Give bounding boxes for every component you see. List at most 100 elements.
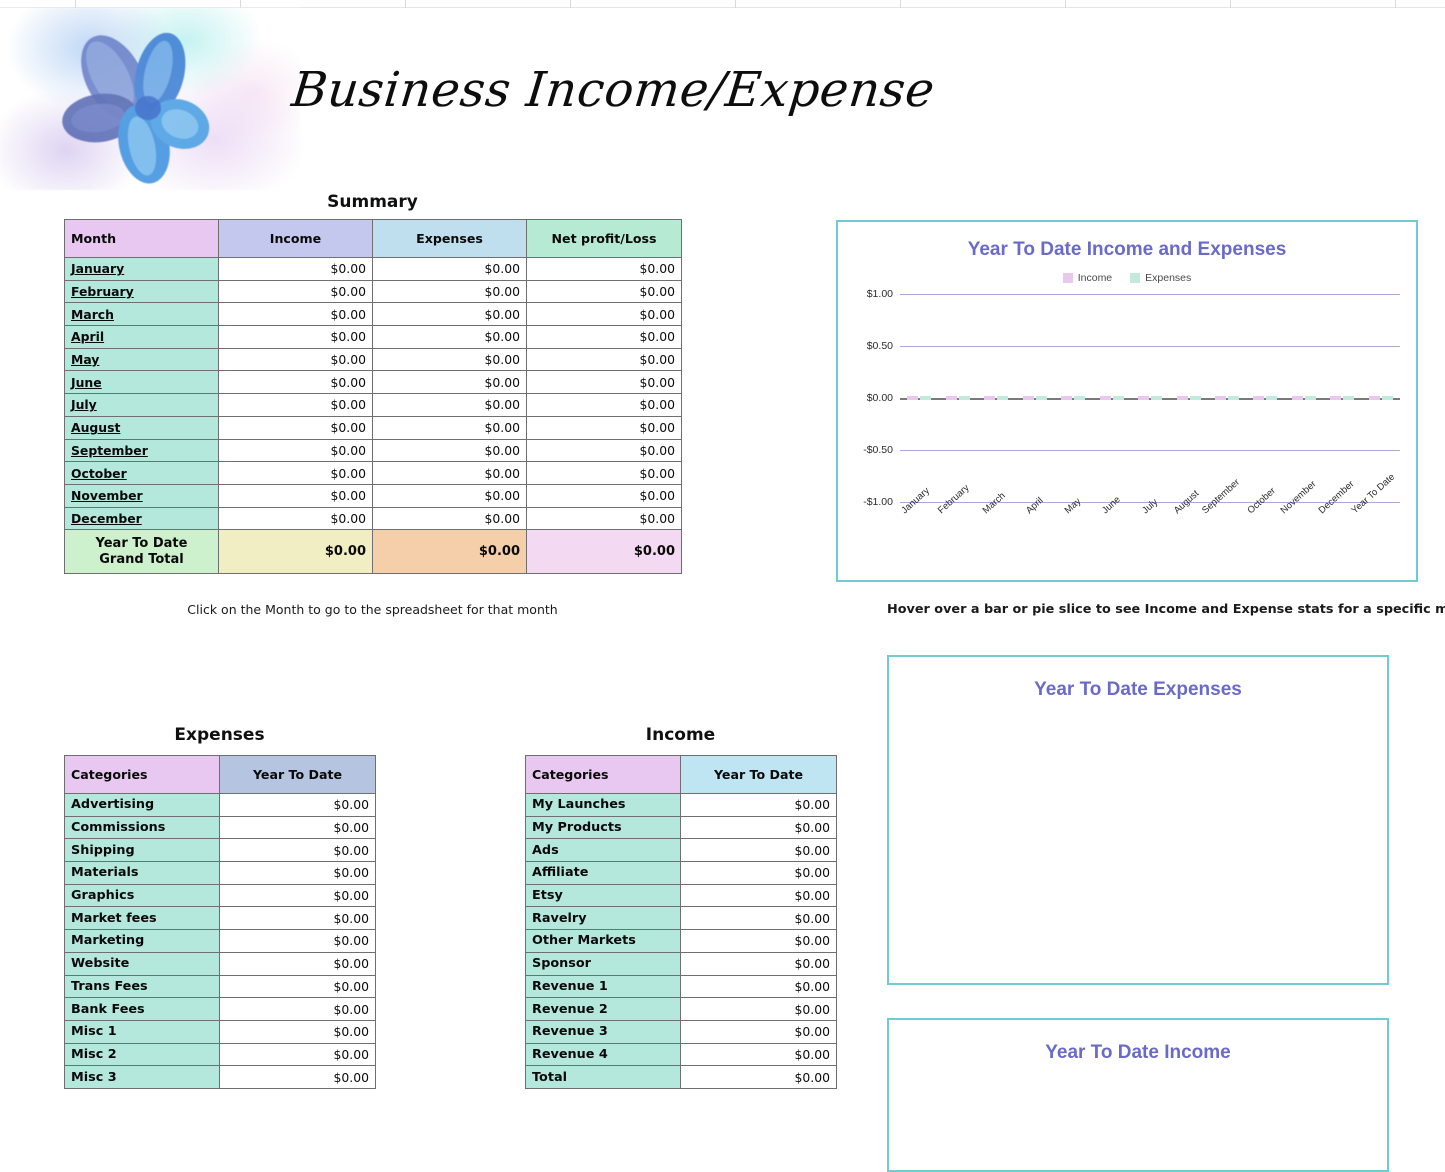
bar-income[interactable] [1061, 396, 1073, 400]
bar-group[interactable] [1285, 294, 1323, 502]
bar-income[interactable] [1022, 396, 1034, 400]
month-link-cell[interactable]: April [64, 325, 219, 349]
month-link-cell[interactable]: March [64, 302, 219, 327]
bar-group[interactable] [1323, 294, 1361, 502]
table-row: December $0.00 $0.00 $0.00 [64, 506, 682, 531]
month-link-cell[interactable]: July [64, 393, 219, 417]
month-link-cell[interactable]: February [64, 279, 219, 304]
month-link[interactable]: February [71, 284, 134, 299]
month-link[interactable]: May [71, 352, 99, 367]
category-value-cell: $0.00 [680, 929, 837, 953]
page-title: Business Income/Expense [289, 62, 938, 118]
bar-expenses[interactable] [1151, 396, 1163, 400]
summary-table: Month Income Expenses Net profit/Loss Ja… [64, 219, 682, 575]
month-link-cell[interactable]: December [64, 506, 219, 531]
category-name-cell: Sponsor [525, 951, 681, 976]
month-link[interactable]: October [71, 466, 127, 481]
column-header-categories: Categories [525, 755, 681, 794]
bar-group[interactable] [1092, 294, 1130, 502]
table-row: My Launches $0.00 [525, 793, 837, 817]
bar-expenses[interactable] [997, 396, 1009, 400]
table-row: Commissions $0.00 [64, 815, 376, 840]
category-name-cell: Other Markets [525, 929, 681, 953]
table-row: September $0.00 $0.00 $0.00 [64, 438, 682, 463]
bar-expenses[interactable] [1074, 396, 1086, 400]
bar-group[interactable] [900, 294, 938, 502]
sheet-grid-line [1065, 0, 1066, 8]
month-link[interactable]: January [71, 261, 124, 276]
month-link[interactable]: September [71, 443, 148, 458]
month-link[interactable]: December [71, 511, 142, 526]
bar-group[interactable] [1015, 294, 1053, 502]
bar-group[interactable] [1054, 294, 1092, 502]
bar-income[interactable] [1291, 396, 1303, 400]
month-link[interactable]: March [71, 307, 114, 322]
bar-group[interactable] [1246, 294, 1284, 502]
table-row: Bank Fees $0.00 [64, 997, 376, 1021]
bar-income[interactable] [1330, 396, 1342, 400]
table-row: Trans Fees $0.00 [64, 974, 376, 999]
category-name-cell: Revenue 1 [525, 974, 681, 999]
bar-group[interactable] [1131, 294, 1169, 502]
sheet-grid-line [240, 0, 241, 8]
bar-income[interactable] [1253, 396, 1265, 400]
bar-group[interactable] [977, 294, 1015, 502]
bar-expenses[interactable] [1381, 396, 1393, 400]
month-link-cell[interactable]: September [64, 438, 219, 463]
category-value-cell: $0.00 [680, 1019, 837, 1044]
category-value-cell: $0.00 [219, 883, 376, 908]
month-link-cell[interactable]: June [64, 370, 219, 395]
month-link-cell[interactable]: August [64, 415, 219, 440]
bar-expenses[interactable] [958, 396, 970, 400]
x-tick: December [1317, 479, 1361, 576]
month-link[interactable]: June [71, 375, 102, 390]
bar-income[interactable] [1176, 396, 1188, 400]
category-name-cell: Commissions [64, 815, 220, 840]
bar-group[interactable] [1169, 294, 1207, 502]
bar-income[interactable] [1368, 396, 1380, 400]
grand-total-label: Year To Date Grand Total [64, 529, 219, 575]
month-link-cell[interactable]: November [64, 483, 219, 508]
category-name-cell: Graphics [64, 883, 220, 908]
bar-income[interactable] [984, 396, 996, 400]
category-name-cell: Revenue 4 [525, 1042, 681, 1067]
bar-expenses[interactable] [1189, 396, 1201, 400]
month-link-cell[interactable]: October [64, 461, 219, 485]
bar-expenses[interactable] [1112, 396, 1124, 400]
month-link-cell[interactable]: January [64, 257, 219, 281]
month-link[interactable]: July [71, 397, 97, 412]
bar-income[interactable] [1214, 396, 1226, 400]
bar-expenses[interactable] [1227, 396, 1239, 400]
net-cell: $0.00 [526, 279, 682, 304]
bar-expenses[interactable] [1343, 396, 1355, 400]
month-link[interactable]: November [71, 488, 143, 503]
category-name-cell: Website [64, 951, 220, 976]
summary-caption: Summary [327, 192, 418, 212]
income-cell: $0.00 [218, 257, 373, 281]
legend-item-income[interactable]: Income [1062, 272, 1112, 284]
legend-item-expenses[interactable]: Expenses [1130, 272, 1191, 284]
bar-group[interactable] [1362, 294, 1400, 502]
net-cell: $0.00 [526, 506, 682, 531]
x-tick: September [1200, 477, 1246, 576]
category-name-cell: My Launches [525, 793, 681, 817]
bar-expenses[interactable] [1035, 396, 1047, 400]
table-row: June $0.00 $0.00 $0.00 [64, 370, 682, 395]
ytd-expenses-pie-panel: Year To Date Expenses [887, 655, 1389, 985]
table-row: Revenue 2 $0.00 [525, 997, 837, 1021]
bar-expenses[interactable] [920, 396, 932, 400]
month-link[interactable]: April [71, 329, 104, 344]
month-link[interactable]: August [71, 420, 120, 435]
month-link-cell[interactable]: May [64, 347, 219, 372]
net-cell: $0.00 [526, 483, 682, 508]
bar-income[interactable] [945, 396, 957, 400]
bar-income[interactable] [907, 396, 919, 400]
bar-expenses[interactable] [1266, 396, 1278, 400]
bar-group[interactable] [1208, 294, 1246, 502]
bar-group[interactable] [938, 294, 976, 502]
bar-income[interactable] [1099, 396, 1111, 400]
sheet-grid-line [1230, 0, 1231, 8]
bar-income[interactable] [1138, 396, 1150, 400]
bar-expenses[interactable] [1304, 396, 1316, 400]
grand-total-label-line1: Year To Date [95, 535, 188, 551]
